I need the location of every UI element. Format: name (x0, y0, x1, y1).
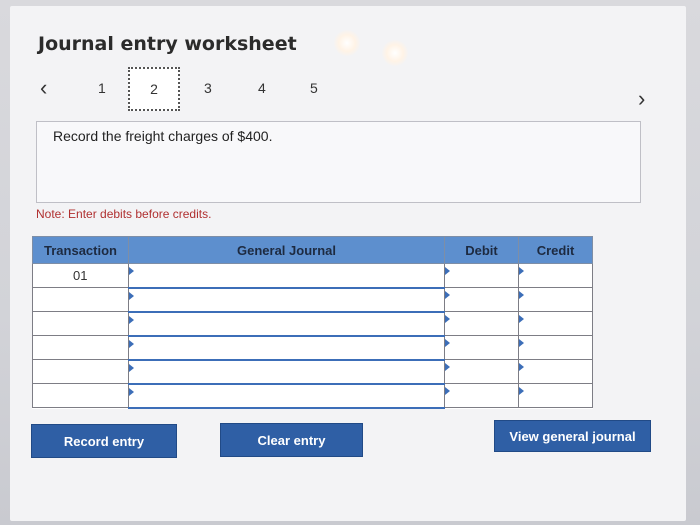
column-header-credit: Credit (518, 236, 593, 264)
step-5[interactable]: 5 (310, 80, 318, 96)
debit-input[interactable] (444, 311, 519, 336)
screen-glare (382, 40, 408, 66)
table-row (32, 359, 593, 385)
transaction-cell (32, 359, 129, 384)
record-entry-button[interactable]: Record entry (31, 424, 177, 458)
credit-input[interactable] (518, 287, 593, 312)
step-4[interactable]: 4 (258, 80, 266, 96)
step-1[interactable]: 1 (98, 80, 106, 96)
table-row (32, 311, 593, 337)
general-journal-input[interactable] (128, 311, 445, 337)
view-general-journal-button[interactable]: View general journal (494, 420, 651, 452)
general-journal-input[interactable] (128, 383, 445, 409)
table-row (32, 383, 593, 409)
credit-input[interactable] (518, 263, 593, 288)
screen-glare (334, 30, 360, 56)
transaction-cell (32, 311, 129, 336)
table-row (32, 287, 593, 313)
credit-input[interactable] (518, 335, 593, 360)
journal-entry-table: Transaction General Journal Debit Credit… (32, 236, 593, 409)
step-3[interactable]: 3 (204, 80, 212, 96)
instruction-box: Record the freight charges of $400. (36, 121, 641, 203)
debit-input[interactable] (444, 335, 519, 360)
page-title: Journal entry worksheet (38, 33, 297, 55)
debit-input[interactable] (444, 383, 519, 408)
general-journal-input[interactable] (128, 287, 445, 313)
debit-input[interactable] (444, 287, 519, 312)
column-header-general-journal: General Journal (128, 236, 445, 264)
table-row: 01 (32, 263, 593, 289)
credit-input[interactable] (518, 359, 593, 384)
column-header-transaction: Transaction (32, 236, 129, 264)
clear-entry-button[interactable]: Clear entry (220, 423, 363, 457)
instruction-text: Record the freight charges of $400. (53, 128, 273, 144)
table-row (32, 335, 593, 361)
table-header-row: Transaction General Journal Debit Credit (32, 236, 593, 264)
credit-input[interactable] (518, 311, 593, 336)
debit-input[interactable] (444, 359, 519, 384)
transaction-cell (32, 335, 129, 360)
credit-input[interactable] (518, 383, 593, 408)
transaction-cell: 01 (32, 263, 129, 288)
general-journal-input[interactable] (128, 263, 445, 289)
transaction-cell (32, 287, 129, 312)
note-text: Note: Enter debits before credits. (36, 207, 212, 221)
step-2-active[interactable]: 2 (128, 67, 180, 111)
chevron-left-icon[interactable]: ‹ (40, 75, 47, 101)
chevron-right-icon[interactable]: › (638, 86, 645, 112)
general-journal-input[interactable] (128, 359, 445, 385)
transaction-cell (32, 383, 129, 408)
step-label: 2 (150, 81, 158, 97)
debit-input[interactable] (444, 263, 519, 288)
column-header-debit: Debit (444, 236, 519, 264)
general-journal-input[interactable] (128, 335, 445, 361)
